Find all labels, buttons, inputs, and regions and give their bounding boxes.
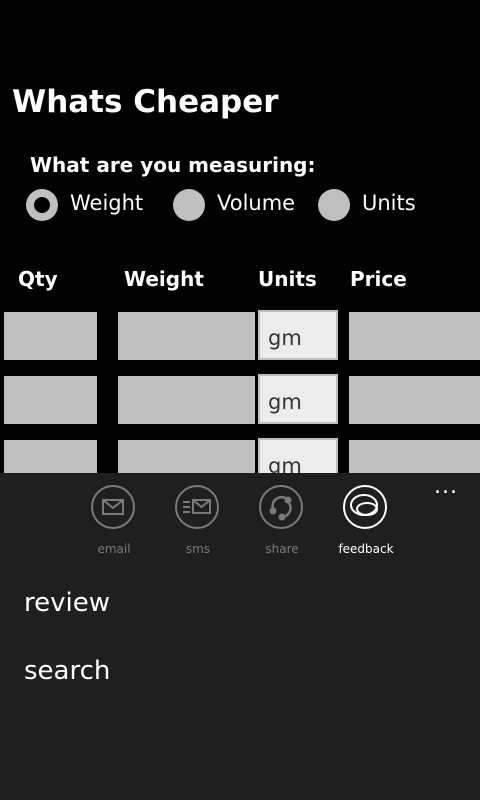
price-input[interactable] — [349, 440, 480, 473]
measure-question: What are you measuring: — [30, 153, 316, 177]
weight-input[interactable] — [118, 440, 255, 473]
price-input[interactable] — [349, 312, 480, 360]
menu-item-review[interactable]: review — [24, 588, 110, 618]
sms-button-label: sms — [185, 542, 211, 556]
email-button[interactable]: email — [79, 485, 149, 563]
weight-input[interactable] — [118, 312, 255, 360]
feedback-button-label: feedback — [338, 542, 394, 556]
share-button-label: share — [265, 542, 299, 556]
header-weight: Weight — [124, 267, 204, 291]
units-select[interactable]: gm — [258, 438, 338, 473]
radio-units-label: Units — [362, 191, 416, 215]
radio-weight-label: Weight — [70, 191, 144, 215]
price-table: gm gm gm — [0, 310, 480, 473]
radio-selected-icon — [26, 189, 58, 221]
feedback-icon — [343, 485, 387, 529]
more-ellipsis-button[interactable]: ... — [434, 473, 458, 501]
share-button[interactable]: share — [247, 485, 317, 563]
qty-input[interactable] — [4, 312, 97, 360]
sms-button[interactable]: sms — [163, 485, 233, 563]
menu-item-search[interactable]: search — [24, 656, 110, 686]
email-icon — [91, 485, 135, 529]
sms-icon — [175, 485, 219, 529]
share-icon — [259, 485, 303, 529]
radio-unselected-icon — [318, 189, 350, 221]
qty-input[interactable] — [4, 440, 97, 473]
qty-input[interactable] — [4, 376, 97, 424]
price-input[interactable] — [349, 376, 480, 424]
app-bar: ... email sms share feedback review sear… — [0, 473, 480, 800]
radio-volume-label: Volume — [217, 191, 296, 215]
radio-unselected-icon — [173, 189, 205, 221]
feedback-button[interactable]: feedback — [331, 485, 401, 563]
units-select[interactable]: gm — [258, 374, 338, 424]
header-price: Price — [350, 267, 407, 291]
weight-input[interactable] — [118, 376, 255, 424]
header-units: Units — [258, 267, 317, 291]
email-button-label: email — [97, 542, 131, 556]
page-title: Whats Cheaper — [12, 84, 279, 120]
header-qty: Qty — [18, 267, 58, 291]
units-select[interactable]: gm — [258, 310, 338, 360]
